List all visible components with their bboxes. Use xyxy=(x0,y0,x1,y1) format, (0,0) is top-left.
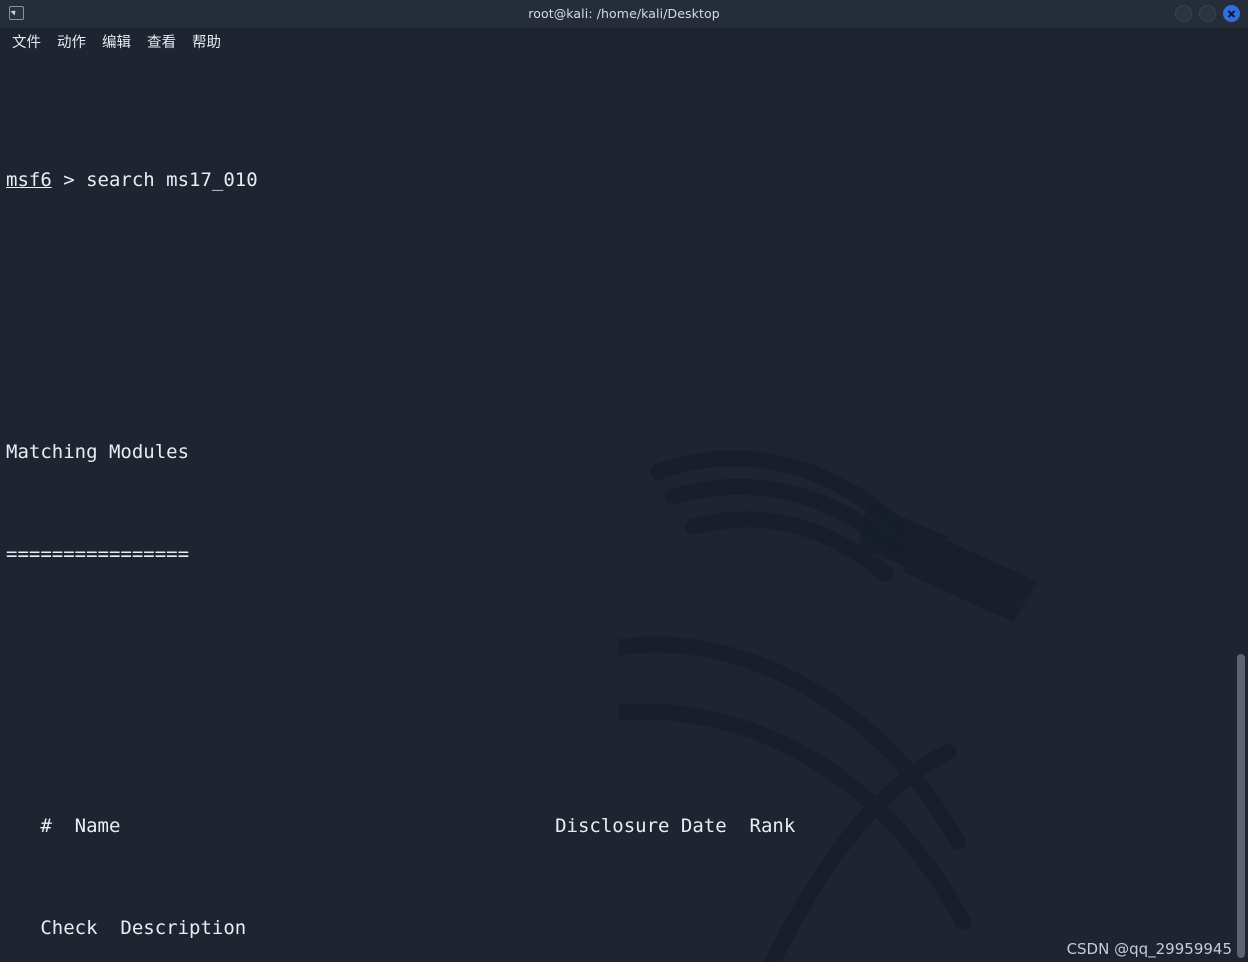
scrollbar-thumb[interactable] xyxy=(1237,653,1245,958)
section-rule: ================ xyxy=(6,543,190,565)
typed-command: search ms17_010 xyxy=(86,169,258,191)
terminal-icon xyxy=(9,6,24,20)
menu-item-help[interactable]: 帮助 xyxy=(192,31,221,52)
terminal-window: root@kali: /home/kali/Desktop 文件 动作 编辑 查… xyxy=(0,0,1248,962)
menu-item-actions[interactable]: 动作 xyxy=(57,31,86,52)
menu-item-edit[interactable]: 编辑 xyxy=(102,31,131,52)
section-title: Matching Modules xyxy=(6,441,190,463)
menu-item-file[interactable]: 文件 xyxy=(12,31,41,52)
close-button[interactable] xyxy=(1223,5,1240,22)
minimize-button[interactable] xyxy=(1175,5,1192,22)
menu-item-view[interactable]: 查看 xyxy=(147,31,176,52)
csdn-watermark: CSDN @qq_29959945 xyxy=(1066,940,1232,958)
titlebar[interactable]: root@kali: /home/kali/Desktop xyxy=(0,0,1248,28)
maximize-button[interactable] xyxy=(1199,5,1216,22)
window-controls xyxy=(1175,0,1240,27)
prompt-msf6: msf6 xyxy=(6,169,52,191)
terminal-screen: msf6 > search ms17_010 Matching Modules … xyxy=(0,55,1248,962)
vertical-scrollbar[interactable] xyxy=(1235,55,1246,962)
table-header-line-2: Check Description xyxy=(6,917,247,939)
command-line: msf6 > search ms17_010 xyxy=(6,163,1248,197)
table-header-line-1: # Name Disclosure Date Rank xyxy=(6,815,796,837)
window-title: root@kali: /home/kali/Desktop xyxy=(528,6,720,21)
menubar: 文件 动作 编辑 查看 帮助 xyxy=(0,28,1248,55)
terminal-area[interactable]: msf6 > search ms17_010 Matching Modules … xyxy=(0,55,1248,962)
prompt-separator: > xyxy=(51,169,87,191)
